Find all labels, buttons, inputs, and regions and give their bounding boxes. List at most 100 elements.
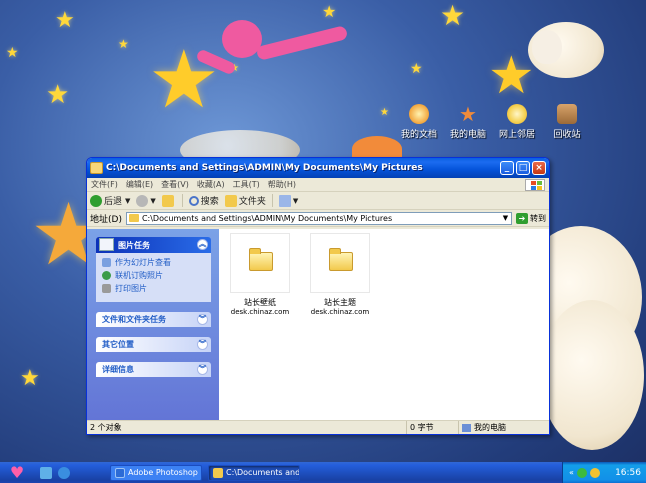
picture-tasks-header[interactable]: 图片任务 ︽ [96, 237, 211, 253]
recycle-bin-icon [557, 104, 577, 124]
folders-icon [224, 194, 237, 207]
desktop-icon-label: 我的文档 [400, 130, 437, 140]
chevron-down-icon[interactable]: ▼ [500, 213, 511, 224]
taskbar-button-photoshop[interactable]: Adobe Photoshop ... [110, 464, 202, 481]
toolbar-separator [181, 194, 183, 207]
address-label: 地址(D) [90, 214, 122, 225]
status-location-cell: 我的电脑 [459, 421, 549, 434]
expand-icon[interactable]: ︾ [197, 314, 208, 325]
back-label: 后退 [104, 197, 123, 207]
desktop-icon-my-documents[interactable]: 我的文档 [393, 104, 445, 140]
go-arrow-icon: ➔ [516, 212, 528, 224]
maximize-button[interactable]: □ [516, 161, 530, 175]
folder-item[interactable]: 站长主题 desk.chinaz.com [309, 233, 371, 316]
slideshow-icon [102, 258, 111, 267]
star-decoration: ★ [322, 2, 337, 21]
desktop-icon-label: 我的电脑 [449, 130, 486, 140]
menu-view[interactable]: 查看(V) [161, 179, 189, 190]
up-folder-icon [161, 194, 174, 207]
forward-arrow-icon [136, 194, 149, 207]
minimize-button[interactable]: _ [500, 161, 514, 175]
menu-tools[interactable]: 工具(T) [233, 179, 260, 190]
chevron-down-icon[interactable]: ▼ [293, 197, 298, 205]
views-button[interactable]: ▼ [278, 194, 298, 207]
desktop-icon-my-computer[interactable]: ★ 我的电脑 [442, 104, 494, 140]
standard-toolbar: 后退 ▼ ▼ 搜索 文件夹 ▼ [87, 192, 549, 210]
slideshow-link[interactable]: 作为幻灯片查看 [102, 257, 205, 268]
pink-bear-arm [255, 25, 349, 61]
expand-icon[interactable]: ︾ [197, 364, 208, 375]
folders-label: 文件夹 [238, 197, 266, 207]
forward-button[interactable]: ▼ [136, 194, 156, 207]
collapse-icon[interactable]: ︽ [197, 239, 208, 250]
taskbar-button-explorer[interactable]: C:\Documents and... [208, 464, 300, 481]
close-button[interactable]: × [532, 161, 546, 175]
star-decoration: ★ [55, 8, 75, 33]
computer-icon: ★ [459, 102, 477, 126]
go-button[interactable]: ➔ 转到 [516, 212, 546, 224]
folder-item[interactable]: 站长壁纸 desk.chinaz.com [229, 233, 291, 316]
desktop-icon-network-places[interactable]: 网上邻居 [491, 104, 543, 140]
star-decoration: ★ [46, 80, 70, 110]
star-decoration: ★ [410, 61, 423, 77]
start-button[interactable]: ♥ [0, 462, 34, 483]
explorer-window[interactable]: C:\Documents and Settings\ADMIN\My Docum… [86, 157, 550, 435]
large-sheep-body [540, 300, 644, 450]
details-header[interactable]: 详细信息 ︾ [96, 362, 211, 377]
order-prints-label: 联机订购照片 [115, 271, 163, 280]
folder-name: 站长主题 [324, 298, 356, 307]
sheep-face [532, 30, 562, 64]
desktop-icon-label: 网上邻居 [498, 130, 535, 140]
window-title: C:\Documents and Settings\ADMIN\My Docum… [106, 163, 423, 173]
folder-thumbnail [230, 233, 290, 293]
folders-button[interactable]: 文件夹 [224, 194, 266, 207]
address-value: C:\Documents and Settings\ADMIN\My Docum… [141, 213, 393, 223]
quicklaunch-browser-icon[interactable] [58, 466, 70, 479]
menu-edit[interactable]: 编辑(E) [126, 179, 153, 190]
toolbar-separator [271, 194, 273, 207]
file-folder-tasks-title: 文件和文件夹任务 [102, 315, 166, 324]
folder-icon [249, 248, 273, 271]
address-bar: 地址(D) C:\Documents and Settings\ADMIN\My… [87, 210, 549, 227]
quicklaunch-show-desktop-icon[interactable] [40, 466, 52, 479]
order-prints-link[interactable]: 联机订购照片 [102, 270, 205, 281]
menu-favorites[interactable]: 收藏(A) [197, 179, 225, 190]
file-folder-tasks-header[interactable]: 文件和文件夹任务 ︾ [96, 312, 211, 327]
folder-subtitle: desk.chinaz.com [310, 308, 370, 316]
folder-subtitle: desk.chinaz.com [230, 308, 290, 316]
picture-tasks-body: 作为幻灯片查看 联机订购照片 打印图片 [96, 253, 211, 302]
taskbar-label: Adobe Photoshop ... [128, 468, 202, 477]
chevron-down-icon[interactable]: ▼ [125, 197, 130, 205]
address-input[interactable]: C:\Documents and Settings\ADMIN\My Docum… [125, 211, 512, 225]
print-pictures-link[interactable]: 打印图片 [102, 283, 205, 294]
search-icon [188, 195, 199, 206]
network-tray-icon[interactable] [576, 467, 587, 478]
menu-bar: 文件(F) 编辑(E) 查看(V) 收藏(A) 工具(T) 帮助(H) [87, 178, 549, 192]
system-tray: « 16:56 [562, 462, 646, 483]
desktop-icon-recycle-bin[interactable]: 回收站 [541, 104, 593, 140]
title-bar[interactable]: C:\Documents and Settings\ADMIN\My Docum… [87, 158, 549, 178]
search-button[interactable]: 搜索 [188, 194, 219, 207]
chevron-left-icon[interactable]: « [569, 468, 574, 477]
star-decoration: ★ [380, 107, 389, 118]
up-folder-button[interactable] [161, 194, 176, 207]
other-places-header[interactable]: 其它位置 ︾ [96, 337, 211, 352]
folder-icon [128, 214, 139, 222]
network-icon [507, 104, 527, 124]
window-content: 图片任务 ︽ 作为幻灯片查看 联机订购照片 打印图片 文件和文件夹任务 ︾ 其它… [87, 229, 549, 420]
chevron-down-icon[interactable]: ▼ [150, 197, 155, 205]
menu-file[interactable]: 文件(F) [91, 179, 118, 190]
picture-icon [99, 238, 114, 251]
file-list[interactable]: 站长壁纸 desk.chinaz.com 站长主题 desk.chinaz.co… [219, 229, 549, 420]
details-panel: 详细信息 ︾ [96, 362, 211, 377]
back-arrow-icon [90, 194, 102, 207]
picture-tasks-panel: 图片任务 ︽ 作为幻灯片查看 联机订购照片 打印图片 [96, 237, 211, 302]
print-pictures-label: 打印图片 [115, 284, 147, 293]
volume-tray-icon[interactable] [589, 467, 600, 478]
menu-help[interactable]: 帮助(H) [268, 179, 296, 190]
back-button[interactable]: 后退 ▼ [90, 194, 130, 207]
other-places-title: 其它位置 [102, 340, 134, 349]
status-objects: 2 个对象 [87, 421, 407, 434]
expand-icon[interactable]: ︾ [197, 339, 208, 350]
folder-icon [329, 248, 353, 271]
